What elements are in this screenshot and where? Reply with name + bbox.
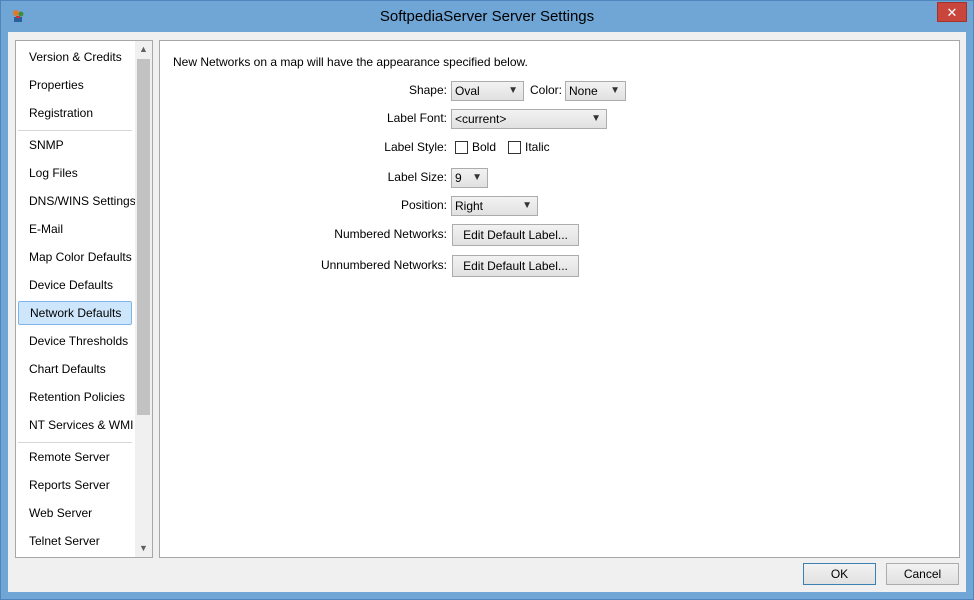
color-dropdown[interactable]: None ▼: [565, 81, 626, 101]
chevron-down-icon: ▼: [472, 172, 482, 183]
title-bar: SoftpediaServer Server Settings ✕: [1, 1, 973, 32]
label-size-value: 9: [455, 171, 462, 185]
label-font-dropdown[interactable]: <current> ▼: [451, 109, 607, 129]
settings-window: SoftpediaServer Server Settings ✕ Versio…: [0, 0, 974, 600]
sidebar-item[interactable]: Properties: [18, 73, 132, 97]
scroll-down-arrow-icon[interactable]: ▼: [135, 540, 152, 557]
sidebar-item[interactable]: Device Thresholds: [18, 329, 132, 353]
sidebar-item[interactable]: Chart Defaults: [18, 357, 132, 381]
position-label: Position:: [400, 198, 447, 212]
sidebar-item[interactable]: Version & Credits: [18, 45, 132, 69]
color-label: Color:: [529, 83, 562, 97]
unnumbered-networks-label: Unnumbered Networks:: [320, 258, 447, 272]
scroll-up-arrow-icon[interactable]: ▲: [135, 41, 152, 58]
category-list: Version & Credits Properties Registration S…: [15, 40, 153, 558]
label-font-label: Label Font:: [386, 111, 447, 125]
label-size-label: Label Size:: [387, 170, 447, 184]
intro-text: New Networks on a map will have the appe…: [173, 55, 528, 69]
sidebar-item[interactable]: Network Defaults: [18, 301, 132, 325]
numbered-networks-label: Numbered Networks:: [334, 227, 447, 241]
chevron-down-icon: ▼: [591, 113, 601, 124]
bold-checkbox[interactable]: [455, 141, 468, 154]
ok-button[interactable]: OK: [803, 563, 876, 585]
edit-unnumbered-label-button[interactable]: Edit Default Label...: [452, 255, 579, 277]
bold-checkbox-label: Bold: [472, 140, 497, 154]
sidebar-item[interactable]: Telnet Server: [18, 529, 132, 553]
category-separator: [18, 442, 132, 443]
position-dropdown[interactable]: Right ▼: [451, 196, 538, 216]
sidebar-item[interactable]: Registration: [18, 101, 132, 125]
sidebar-item[interactable]: Device Defaults: [18, 273, 132, 297]
network-defaults-panel: New Networks on a map will have the appe…: [159, 40, 960, 558]
client-area: Version & Credits Properties Registration S…: [8, 32, 966, 592]
sidebar-item[interactable]: Remote Server: [18, 445, 132, 469]
close-button[interactable]: ✕: [937, 2, 967, 22]
window-title: SoftpediaServer Server Settings: [379, 8, 595, 25]
sidebar-item[interactable]: SNMP: [18, 133, 132, 157]
label-size-dropdown[interactable]: 9 ▼: [451, 168, 488, 188]
sidebar-item[interactable]: NT Services & WMI: [18, 413, 133, 437]
cancel-button[interactable]: Cancel: [886, 563, 959, 585]
category-scrollbar[interactable]: ▲ ▼: [135, 41, 152, 557]
label-style-label: Label Style:: [384, 140, 447, 154]
sidebar-item[interactable]: Web Server: [18, 501, 132, 525]
label-font-value: <current>: [455, 112, 507, 126]
italic-checkbox-label: Italic: [525, 140, 550, 154]
sidebar-item[interactable]: Log Files: [18, 161, 132, 185]
chevron-down-icon: ▼: [522, 200, 532, 211]
color-value: None: [569, 84, 598, 98]
category-separator: [18, 130, 132, 131]
sidebar-item[interactable]: Retention Policies: [18, 385, 132, 409]
sidebar-item[interactable]: E-Mail: [18, 217, 132, 241]
scroll-thumb[interactable]: [137, 59, 150, 415]
edit-numbered-label-button[interactable]: Edit Default Label...: [452, 224, 579, 246]
sidebar-item[interactable]: DNS/WINS Settings: [18, 189, 136, 213]
italic-checkbox[interactable]: [508, 141, 521, 154]
sidebar-item[interactable]: Map Color Defaults: [18, 245, 132, 269]
chevron-down-icon: ▼: [610, 85, 620, 96]
position-value: Right: [455, 199, 484, 213]
sidebar-item[interactable]: Reports Server: [18, 473, 132, 497]
